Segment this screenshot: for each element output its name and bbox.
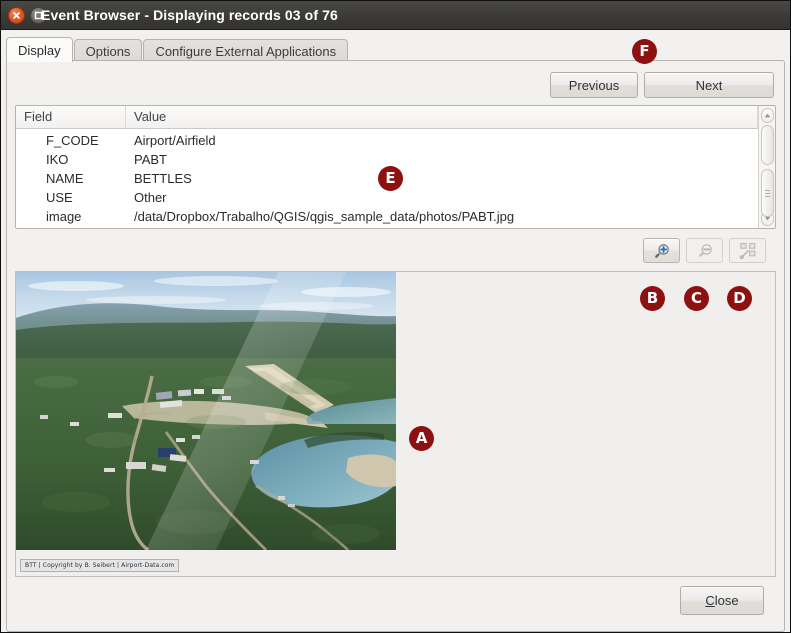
tab-options[interactable]: Options xyxy=(74,39,143,62)
annotation-marker-f: F xyxy=(632,39,657,64)
cell-value: BETTLES xyxy=(126,169,758,188)
table-header-row: Field Value xyxy=(16,106,758,129)
annotation-marker-a: A xyxy=(409,426,434,451)
close-icon[interactable] xyxy=(8,7,25,24)
window-title: Event Browser - Displaying records 03 of… xyxy=(1,7,790,23)
column-header-field[interactable]: Field xyxy=(16,106,126,128)
table-vertical-scrollbar[interactable] xyxy=(758,106,775,228)
event-browser-window: Event Browser - Displaying records 03 of… xyxy=(0,0,791,633)
cell-value: Other xyxy=(126,188,758,207)
cell-field: F_CODE xyxy=(16,131,126,150)
image-viewer[interactable]: BTT | Copyright by B. Seibert | Airport-… xyxy=(15,271,776,577)
scroll-up-arrow-icon[interactable] xyxy=(761,108,774,123)
column-header-value[interactable]: Value xyxy=(126,106,758,128)
record-navigation: Previous Next xyxy=(15,68,776,98)
title-bar: Event Browser - Displaying records 03 of… xyxy=(1,1,790,30)
close-button-mnemonic: C xyxy=(705,593,714,608)
next-button[interactable]: Next xyxy=(644,72,774,98)
dialog-body: Display Options Configure External Appli… xyxy=(1,30,790,632)
cell-field: image xyxy=(16,207,126,226)
scrollbar-thumb-upper[interactable] xyxy=(761,125,774,165)
zoom-out-icon[interactable] xyxy=(686,238,723,263)
scrollbar-thumb[interactable] xyxy=(761,169,774,217)
close-button-label: lose xyxy=(715,593,739,608)
photo-watermark: BTT | Copyright by B. Seibert | Airport-… xyxy=(20,559,179,572)
annotation-marker-c: C xyxy=(684,286,709,311)
tab-configure-external-applications[interactable]: Configure External Applications xyxy=(143,39,348,62)
cell-value: PABT xyxy=(126,150,758,169)
tab-display[interactable]: Display xyxy=(6,37,73,62)
tab-bar: Display Options Configure External Appli… xyxy=(1,34,790,61)
cell-value: Airport/Airfield xyxy=(126,131,758,150)
aerial-photo xyxy=(16,272,396,550)
table-row[interactable]: USE Other xyxy=(16,188,758,207)
annotation-marker-e: E xyxy=(378,166,403,191)
table-row[interactable]: F_CODE Airport/Airfield xyxy=(16,131,758,150)
cell-field: USE xyxy=(16,188,126,207)
zoom-fit-icon[interactable] xyxy=(729,238,766,263)
zoom-in-icon[interactable] xyxy=(643,238,680,263)
window-controls xyxy=(1,7,47,24)
maximize-icon[interactable] xyxy=(30,7,47,24)
scrollbar-track[interactable] xyxy=(761,125,774,209)
display-tab-panel: Previous Next Field Value F_CODE Airport… xyxy=(6,60,785,632)
scrollbar-grip-icon xyxy=(765,190,770,197)
cell-value: /data/Dropbox/Trabalho/QGIS/qgis_sample_… xyxy=(126,207,758,226)
previous-button[interactable]: Previous xyxy=(550,72,638,98)
image-zoom-toolbar xyxy=(15,238,776,263)
annotation-marker-d: D xyxy=(727,286,752,311)
cell-field: NAME xyxy=(16,169,126,188)
dialog-footer: Close xyxy=(15,577,776,623)
close-button[interactable]: Close xyxy=(680,586,764,615)
cell-field: IKO xyxy=(16,150,126,169)
table-row[interactable]: image /data/Dropbox/Trabalho/QGIS/qgis_s… xyxy=(16,207,758,226)
annotation-marker-b: B xyxy=(640,286,665,311)
